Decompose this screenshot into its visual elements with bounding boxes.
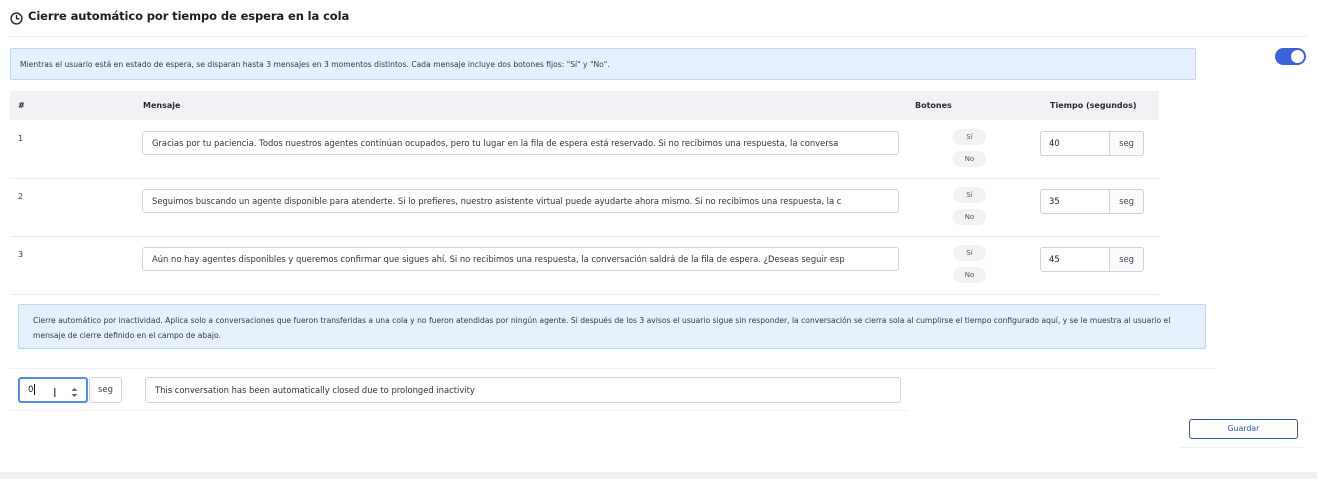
- table-row: 1 Gracias por tu paciencia. Todos nuestr…: [10, 121, 1159, 179]
- text-cursor-icon: I: [53, 386, 57, 400]
- section-header: Cierre automático por tiempo de espera e…: [10, 8, 350, 25]
- toggle-knob: [1291, 50, 1304, 63]
- message-input[interactable]: Gracias por tu paciencia. Todos nuestros…: [142, 131, 899, 155]
- row-number: 2: [18, 192, 24, 201]
- table-row: 3 Aún no hay agentes disponibles y quere…: [10, 237, 1159, 295]
- column-header-number: #: [18, 101, 25, 110]
- column-header-buttons: Botones: [915, 101, 952, 110]
- yes-button-chip: Sí: [953, 129, 986, 145]
- info-banner-inactivity: Cierre automático por inactividad. Aplic…: [18, 304, 1206, 349]
- seconds-unit: seg: [1109, 247, 1144, 272]
- yes-button-chip: Sí: [953, 187, 986, 203]
- save-button[interactable]: Guardar: [1189, 419, 1298, 439]
- no-button-chip: No: [953, 209, 986, 225]
- info-banner-text: Cierre automático por inactividad. Aplic…: [33, 316, 1171, 340]
- seconds-input[interactable]: 45: [1040, 247, 1110, 272]
- seconds-unit: seg: [1109, 131, 1144, 156]
- enable-toggle[interactable]: [1275, 48, 1306, 65]
- spinner-arrows-icon[interactable]: [70, 384, 79, 397]
- header-divider: [10, 36, 1307, 37]
- footer-bar: [0, 472, 1317, 479]
- table-row: 2 Seguimos buscando un agente disponible…: [10, 179, 1159, 237]
- row-number: 3: [18, 250, 24, 259]
- section-divider: [10, 368, 1216, 369]
- close-message-input[interactable]: This conversation has been automatically…: [145, 377, 901, 403]
- close-row-divider: [10, 410, 908, 411]
- message-input[interactable]: Aún no hay agentes disponibles y queremo…: [142, 247, 899, 271]
- info-banner-text: Mientras el usuario está en estado de es…: [20, 59, 610, 69]
- section-title: Cierre automático por tiempo de espera e…: [28, 9, 350, 23]
- save-divider: [1180, 447, 1304, 448]
- text-caret: [34, 384, 36, 395]
- column-header-time: Tiempo (segundos): [1050, 101, 1137, 110]
- column-header-message: Mensaje: [143, 101, 181, 110]
- seconds-unit: seg: [1109, 189, 1144, 214]
- message-input[interactable]: Seguimos buscando un agente disponible p…: [142, 189, 899, 213]
- close-seconds-value: 0: [28, 385, 34, 395]
- close-seconds-unit: seg: [89, 377, 122, 403]
- table-header: # Mensaje Botones Tiempo (segundos): [10, 91, 1159, 120]
- yes-button-chip: Sí: [953, 245, 986, 261]
- no-button-chip: No: [953, 267, 986, 283]
- row-number: 1: [18, 134, 24, 143]
- seconds-input[interactable]: 35: [1040, 189, 1110, 214]
- info-banner-messages: Mientras el usuario está en estado de es…: [10, 48, 1196, 80]
- no-button-chip: No: [953, 151, 986, 167]
- seconds-input[interactable]: 40: [1040, 131, 1110, 156]
- clock-icon: [10, 10, 23, 25]
